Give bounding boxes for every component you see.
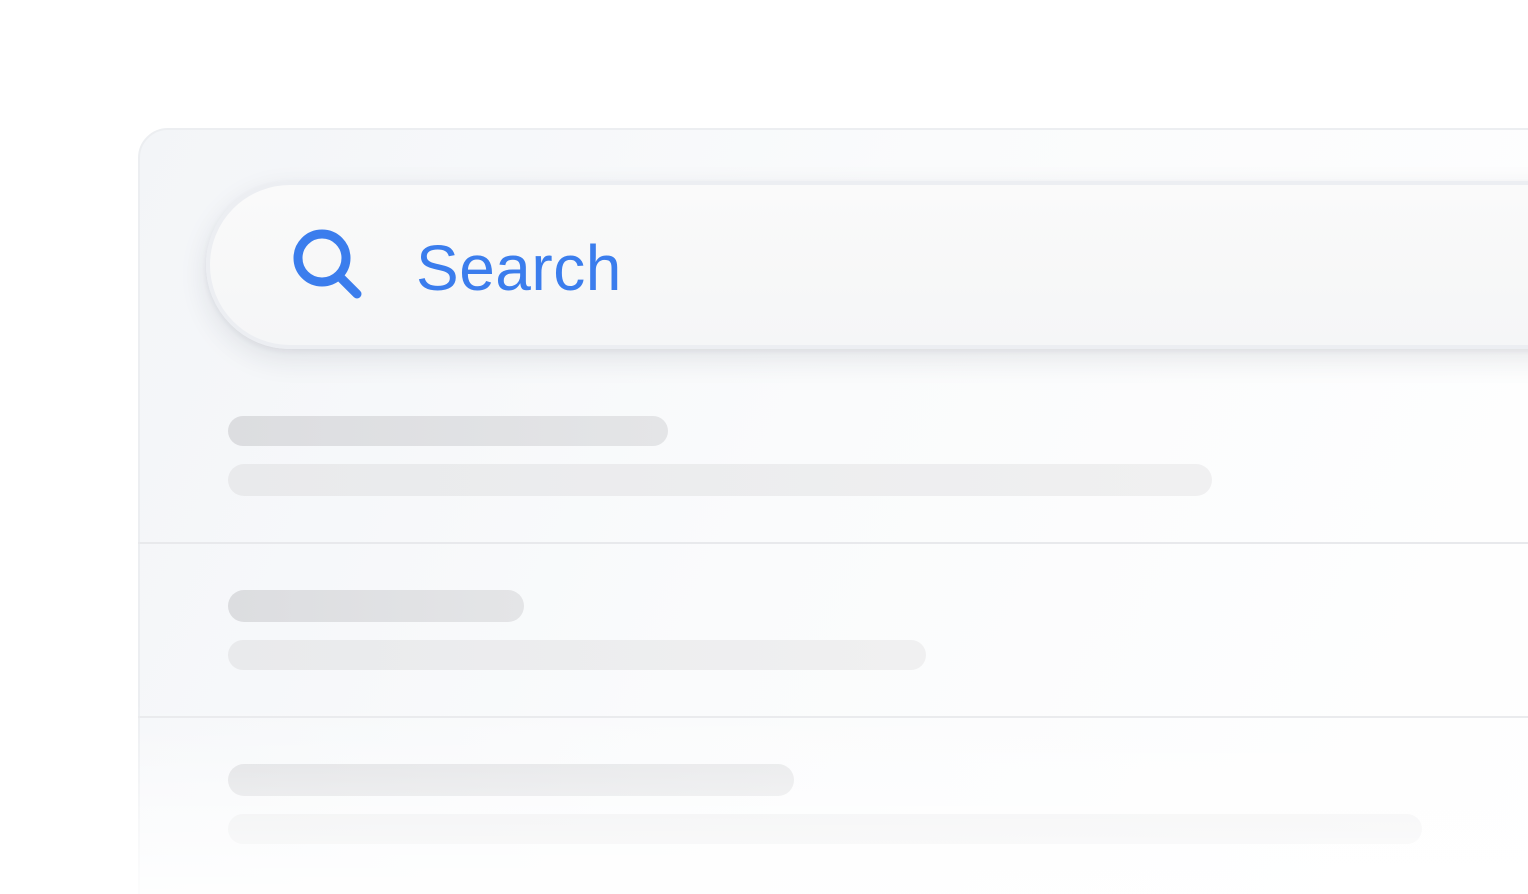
result-1-text-skeleton	[228, 464, 1212, 496]
result-2-title-skeleton	[228, 590, 524, 622]
result-divider	[138, 716, 1528, 718]
result-3-text-skeleton	[228, 814, 1422, 844]
stage: Search	[0, 0, 1528, 894]
search-input[interactable]: Search	[416, 232, 622, 304]
search-bar[interactable]	[206, 181, 1528, 349]
result-3-title-skeleton	[228, 764, 794, 796]
result-1-title-skeleton	[228, 416, 668, 446]
result-2-text-skeleton	[228, 640, 926, 670]
result-divider	[138, 542, 1528, 544]
search-icon[interactable]	[288, 226, 368, 302]
